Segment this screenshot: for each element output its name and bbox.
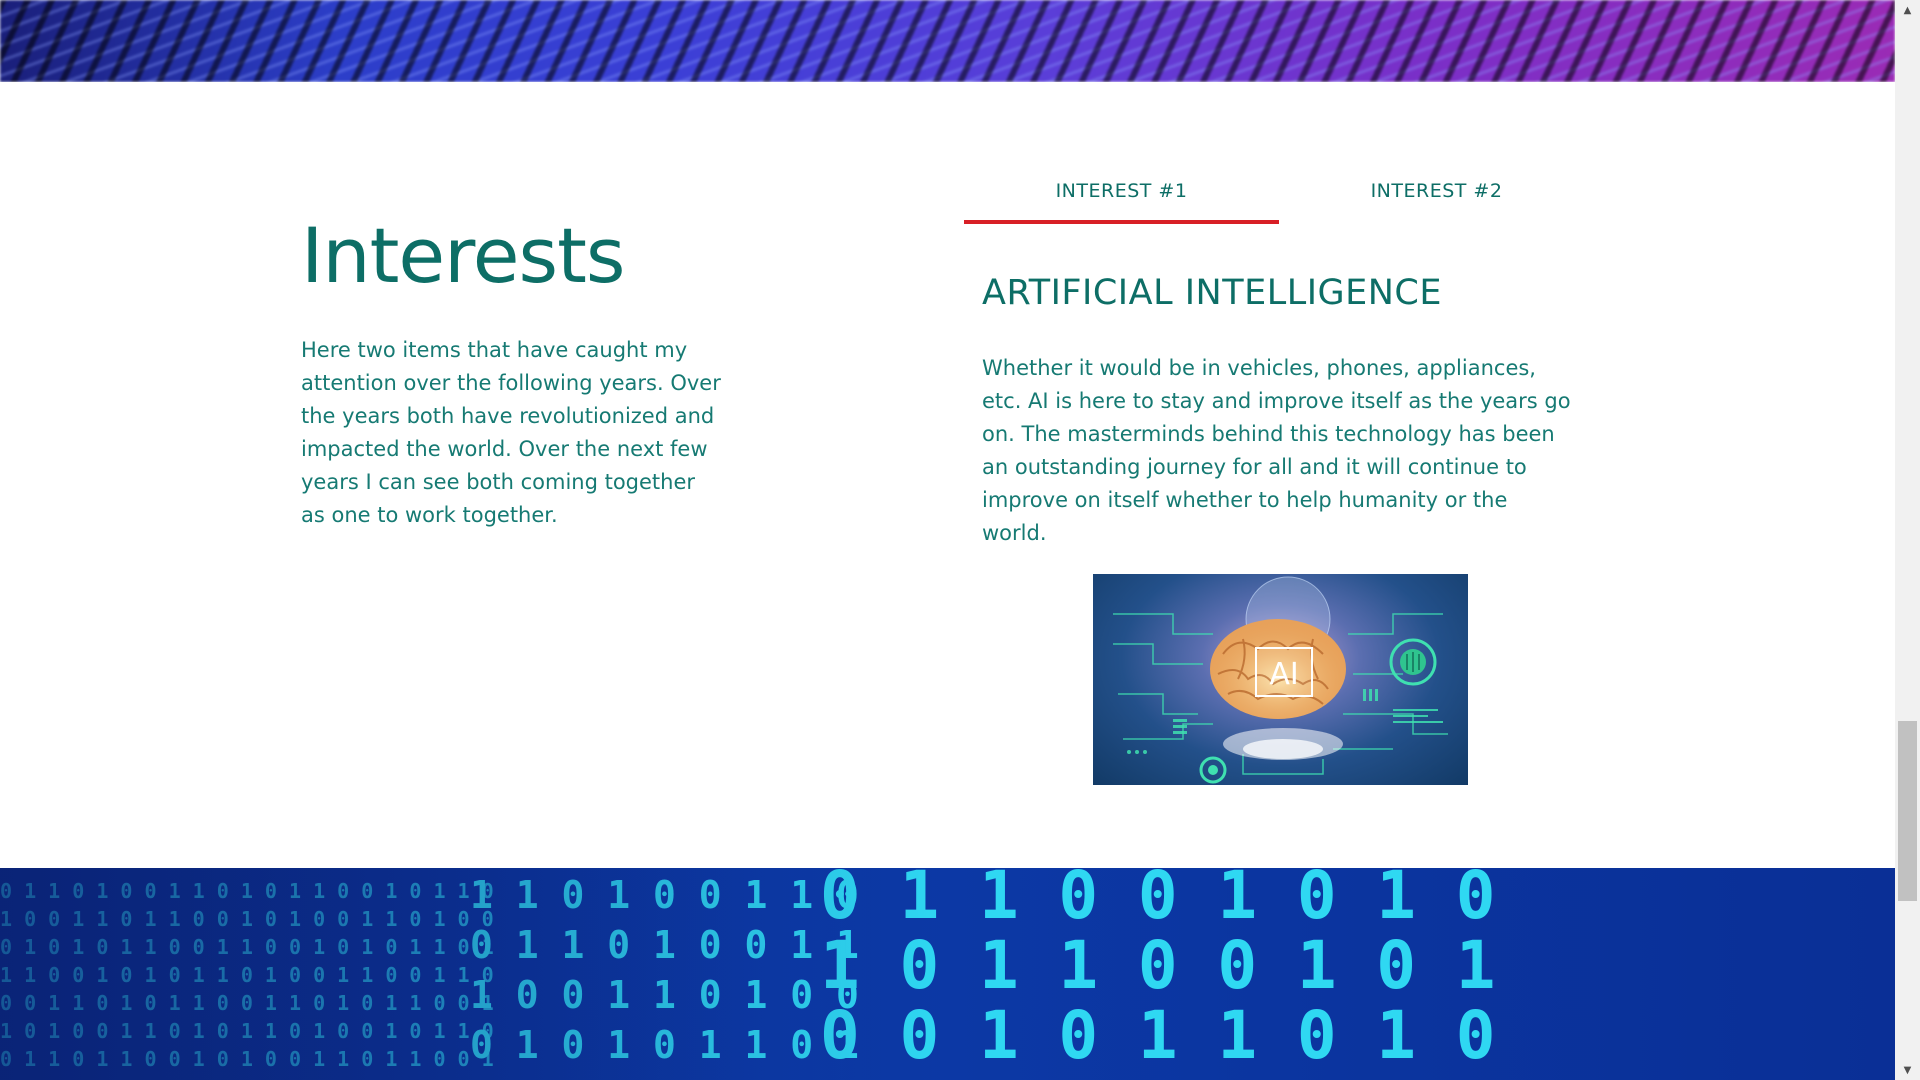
- tab-bar: INTEREST #1 INTEREST #2: [964, 174, 1594, 224]
- interests-intro: Interests Here two items that have caugh…: [301, 212, 721, 532]
- binary-code-graphic: 0 1 1 0 1 0 0 1 1 0 1 0 1 1 0 0 1 0 1 1 …: [0, 868, 1895, 1080]
- binary-banner-image: 0 1 1 0 1 0 0 1 1 0 1 0 1 1 0 0 1 0 1 1 …: [0, 868, 1895, 1080]
- scroll-up-arrow-icon[interactable]: ▲: [1895, 0, 1920, 20]
- ai-image-label: AI: [1269, 657, 1298, 692]
- tab-panel: ARTIFICIAL INTELLIGENCE Whether it would…: [964, 272, 1594, 785]
- tab-interest-1[interactable]: INTEREST #1: [964, 174, 1279, 224]
- ai-brain-image: AI: [1093, 574, 1468, 785]
- top-banner-image: [0, 0, 1895, 82]
- interest-tabs-container: INTEREST #1 INTEREST #2 ARTIFICIAL INTEL…: [964, 174, 1594, 785]
- interests-section: Interests Here two items that have caugh…: [0, 82, 1895, 868]
- vertical-scrollbar[interactable]: ▲ ▼: [1895, 0, 1920, 1080]
- scroll-down-arrow-icon[interactable]: ▼: [1895, 1060, 1920, 1080]
- panel-title: ARTIFICIAL INTELLIGENCE: [982, 273, 1442, 313]
- page: Interests Here two items that have caugh…: [0, 0, 1920, 1080]
- panel-paragraph: Whether it would be in vehicles, phones,…: [982, 356, 1571, 545]
- scrollbar-thumb[interactable]: [1898, 721, 1917, 901]
- intro-paragraph: Here two items that have caught my atten…: [301, 338, 721, 527]
- tab-interest-2[interactable]: INTEREST #2: [1279, 174, 1594, 224]
- section-title: Interests: [301, 211, 625, 300]
- ai-brain-illustration: AI: [1113, 576, 1448, 784]
